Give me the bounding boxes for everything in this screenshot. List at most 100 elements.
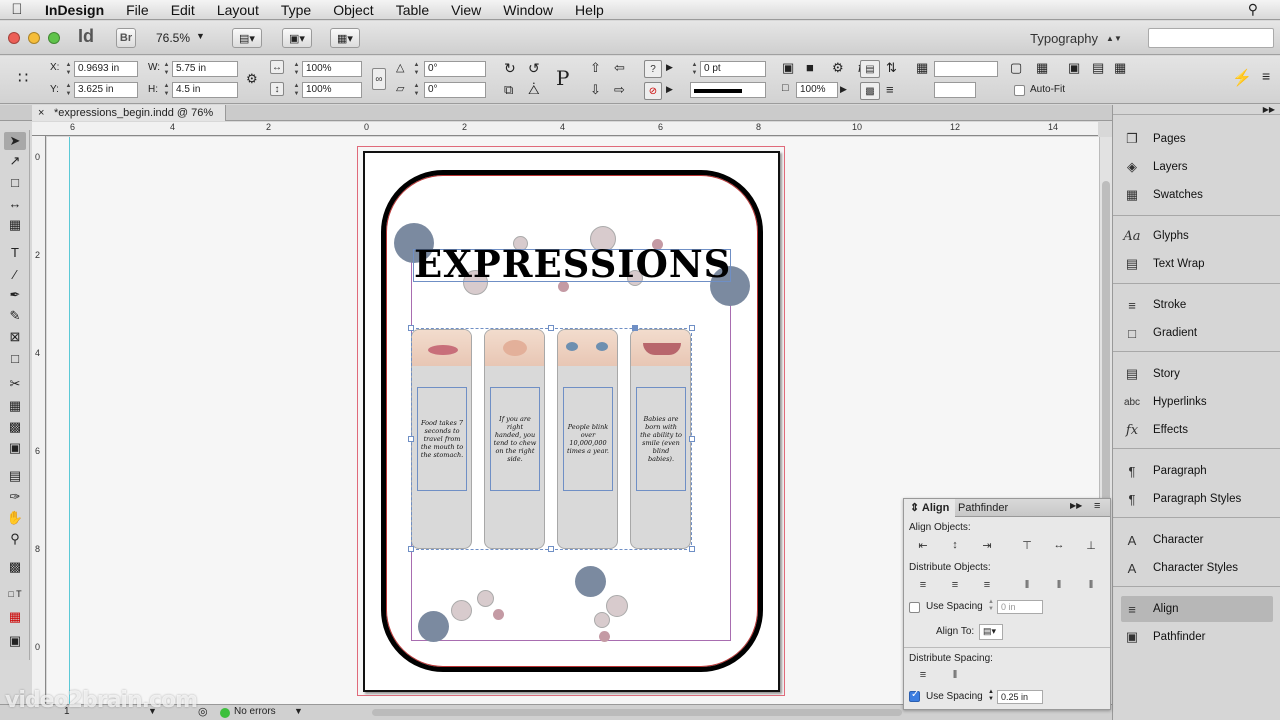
selection-handle[interactable] bbox=[408, 546, 414, 552]
stroke-weight-stepper[interactable]: ▲ ▼ bbox=[690, 61, 699, 77]
rotate-cw-icon[interactable]: ↻ bbox=[504, 60, 516, 77]
selection-handle[interactable] bbox=[689, 436, 695, 442]
x-stepper[interactable]: ▲ ▼ bbox=[64, 61, 73, 77]
decorative-dot[interactable] bbox=[599, 631, 610, 642]
distribute-vertical-space-button[interactable]: ≡ bbox=[914, 667, 932, 683]
shear-stepper[interactable]: ▲ ▼ bbox=[412, 82, 421, 98]
align-bottom-edges-button[interactable]: ⊥ bbox=[1082, 537, 1100, 553]
content-collector-icon[interactable]: ▦ bbox=[4, 216, 26, 234]
selection-handle[interactable] bbox=[548, 546, 554, 552]
zoom-dropdown-icon[interactable]: ▼ bbox=[196, 31, 205, 41]
selection-handle[interactable] bbox=[689, 546, 695, 552]
decorative-dot[interactable] bbox=[575, 566, 606, 597]
quick-apply-icon[interactable]: ⚡ bbox=[1232, 68, 1252, 88]
use-spacing-2-stepper[interactable]: ▲ ▼ bbox=[988, 689, 994, 703]
tab-align[interactable]: ⇕ Align bbox=[904, 499, 956, 517]
select-content-icon[interactable]: ⇩ bbox=[590, 82, 601, 98]
reference-point-icon[interactable]: ∷ bbox=[18, 68, 28, 88]
stroke-weight-field[interactable]: 0 pt bbox=[700, 61, 766, 77]
fitting-field[interactable] bbox=[934, 61, 998, 77]
close-window-button[interactable] bbox=[8, 32, 20, 44]
screen-mode-icon[interactable]: ▣ bbox=[4, 632, 26, 650]
dock-item-story[interactable]: ▤ Story bbox=[1121, 361, 1273, 387]
align-bottom-icon[interactable]: ≡ bbox=[886, 82, 894, 97]
preflight-icon[interactable]: ◎ bbox=[198, 705, 208, 718]
transparency-icon[interactable]: ⚙ bbox=[832, 60, 844, 76]
fitting-select[interactable] bbox=[934, 82, 976, 98]
group-selection-bounds[interactable] bbox=[411, 328, 692, 550]
dock-item-glyphs[interactable]: Aa Glyphs bbox=[1121, 223, 1273, 249]
fit-frame-icon[interactable]: ▦ bbox=[1036, 60, 1048, 76]
selection-tool-icon[interactable]: ➤ bbox=[4, 132, 26, 150]
stroke-dropdown-icon[interactable]: ▶ bbox=[666, 84, 673, 95]
decorative-dot[interactable] bbox=[418, 611, 449, 642]
dock-item-align[interactable]: ≡ Align bbox=[1121, 596, 1273, 622]
opacity-dropdown-icon[interactable]: ▶ bbox=[840, 84, 847, 95]
decorative-dot[interactable] bbox=[594, 612, 610, 628]
line-tool-icon[interactable]: ∕ bbox=[4, 265, 26, 283]
text-frame-options-icon[interactable]: ▤ bbox=[860, 60, 880, 78]
scale-x-field[interactable]: 100% bbox=[302, 61, 362, 77]
menu-view[interactable]: View bbox=[440, 2, 492, 18]
align-right-edges-button[interactable]: ⇥ bbox=[978, 537, 996, 553]
guide-line[interactable] bbox=[69, 137, 70, 704]
scissors-tool-icon[interactable]: ✂ bbox=[4, 375, 26, 393]
h-field[interactable]: 4.5 in bbox=[172, 82, 238, 98]
menu-help[interactable]: Help bbox=[564, 2, 615, 18]
dock-item-gradient[interactable]: □ Gradient bbox=[1121, 320, 1273, 346]
x-field[interactable]: 0.9693 in bbox=[74, 61, 138, 77]
panel-expand-icon[interactable]: ▶▶ bbox=[1070, 501, 1082, 510]
text-wrap-icon[interactable]: ▩ bbox=[860, 82, 880, 100]
distribute-right-button[interactable]: ‖ bbox=[1082, 577, 1100, 593]
formatting-affects-icon[interactable]: □ T bbox=[4, 585, 26, 603]
panel-menu-icon[interactable]: ≡ bbox=[1094, 500, 1100, 512]
close-tab-icon[interactable]: × bbox=[38, 105, 44, 121]
menu-file[interactable]: File bbox=[115, 2, 160, 18]
use-spacing-stepper[interactable]: ▲ ▼ bbox=[988, 599, 994, 613]
minimize-window-button[interactable] bbox=[28, 32, 40, 44]
decorative-dot[interactable] bbox=[606, 595, 628, 617]
y-field[interactable]: 3.625 in bbox=[74, 82, 138, 98]
align-top-edges-button[interactable]: ⊤ bbox=[1018, 537, 1036, 553]
document-tab[interactable]: × *expressions_begin.indd @ 76% bbox=[32, 105, 227, 121]
align-left-edges-button[interactable]: ⇤ bbox=[914, 537, 932, 553]
stroke-swatch-icon[interactable]: ⊘ bbox=[644, 82, 662, 100]
page-tool-icon[interactable]: □ bbox=[4, 173, 26, 191]
dock-collapse-icon[interactable]: ▶▶ bbox=[1113, 105, 1280, 115]
distribute-hcenter-button[interactable]: ‖ bbox=[1050, 577, 1068, 593]
tab-pathfinder[interactable]: Pathfinder bbox=[952, 499, 1014, 517]
align-vertical-centers-button[interactable]: ↔ bbox=[1050, 537, 1068, 553]
y-stepper[interactable]: ▲ ▼ bbox=[64, 82, 73, 98]
zoom-window-button[interactable] bbox=[48, 32, 60, 44]
dock-item-hyperlinks[interactable]: abc Hyperlinks bbox=[1121, 389, 1273, 415]
dock-item-stroke[interactable]: ≡ Stroke bbox=[1121, 292, 1273, 318]
rotate-stepper[interactable]: ▲ ▼ bbox=[412, 61, 421, 77]
shear-field[interactable]: 0° bbox=[424, 82, 486, 98]
fill-swatch-icon[interactable]: ? bbox=[644, 60, 662, 78]
menu-indesign[interactable]: InDesign bbox=[34, 2, 115, 18]
scale-y-field[interactable]: 100% bbox=[302, 82, 362, 98]
menu-table[interactable]: Table bbox=[385, 2, 440, 18]
dock-item-pages[interactable]: ❐ Pages bbox=[1121, 126, 1273, 152]
rectangle-frame-tool-icon[interactable]: ⊠ bbox=[4, 328, 26, 346]
pencil-tool-icon[interactable]: ✎ bbox=[4, 307, 26, 325]
dock-item-paragraph-styles[interactable]: ¶ Paragraph Styles bbox=[1121, 486, 1273, 512]
selection-handle[interactable] bbox=[689, 325, 695, 331]
preflight-dropdown-icon[interactable]: ▼ bbox=[294, 706, 303, 716]
vertical-ruler[interactable]: 0 2 4 6 8 0 bbox=[32, 136, 46, 704]
note-tool-icon[interactable]: ▤ bbox=[4, 467, 26, 485]
distribute-horizontal-space-button[interactable]: ‖ bbox=[946, 667, 964, 683]
menu-type[interactable]: Type bbox=[270, 2, 322, 18]
gradient-swatch-tool-icon[interactable]: ▩ bbox=[4, 418, 26, 436]
selection-handle[interactable] bbox=[632, 325, 638, 331]
hand-tool-icon[interactable]: ✋ bbox=[4, 509, 26, 527]
decorative-dot[interactable] bbox=[477, 590, 494, 607]
selection-handle[interactable] bbox=[548, 325, 554, 331]
flip-vertical-icon[interactable]: ⧊ bbox=[528, 82, 540, 98]
rotate-field[interactable]: 0° bbox=[424, 61, 486, 77]
dock-item-character[interactable]: A Character bbox=[1121, 527, 1273, 553]
w-stepper[interactable]: ▲ ▼ bbox=[162, 61, 171, 77]
align-top-icon[interactable]: ⇅ bbox=[886, 60, 897, 76]
decorative-dot[interactable] bbox=[493, 609, 504, 620]
select-next-icon[interactable]: ⇨ bbox=[614, 82, 625, 98]
